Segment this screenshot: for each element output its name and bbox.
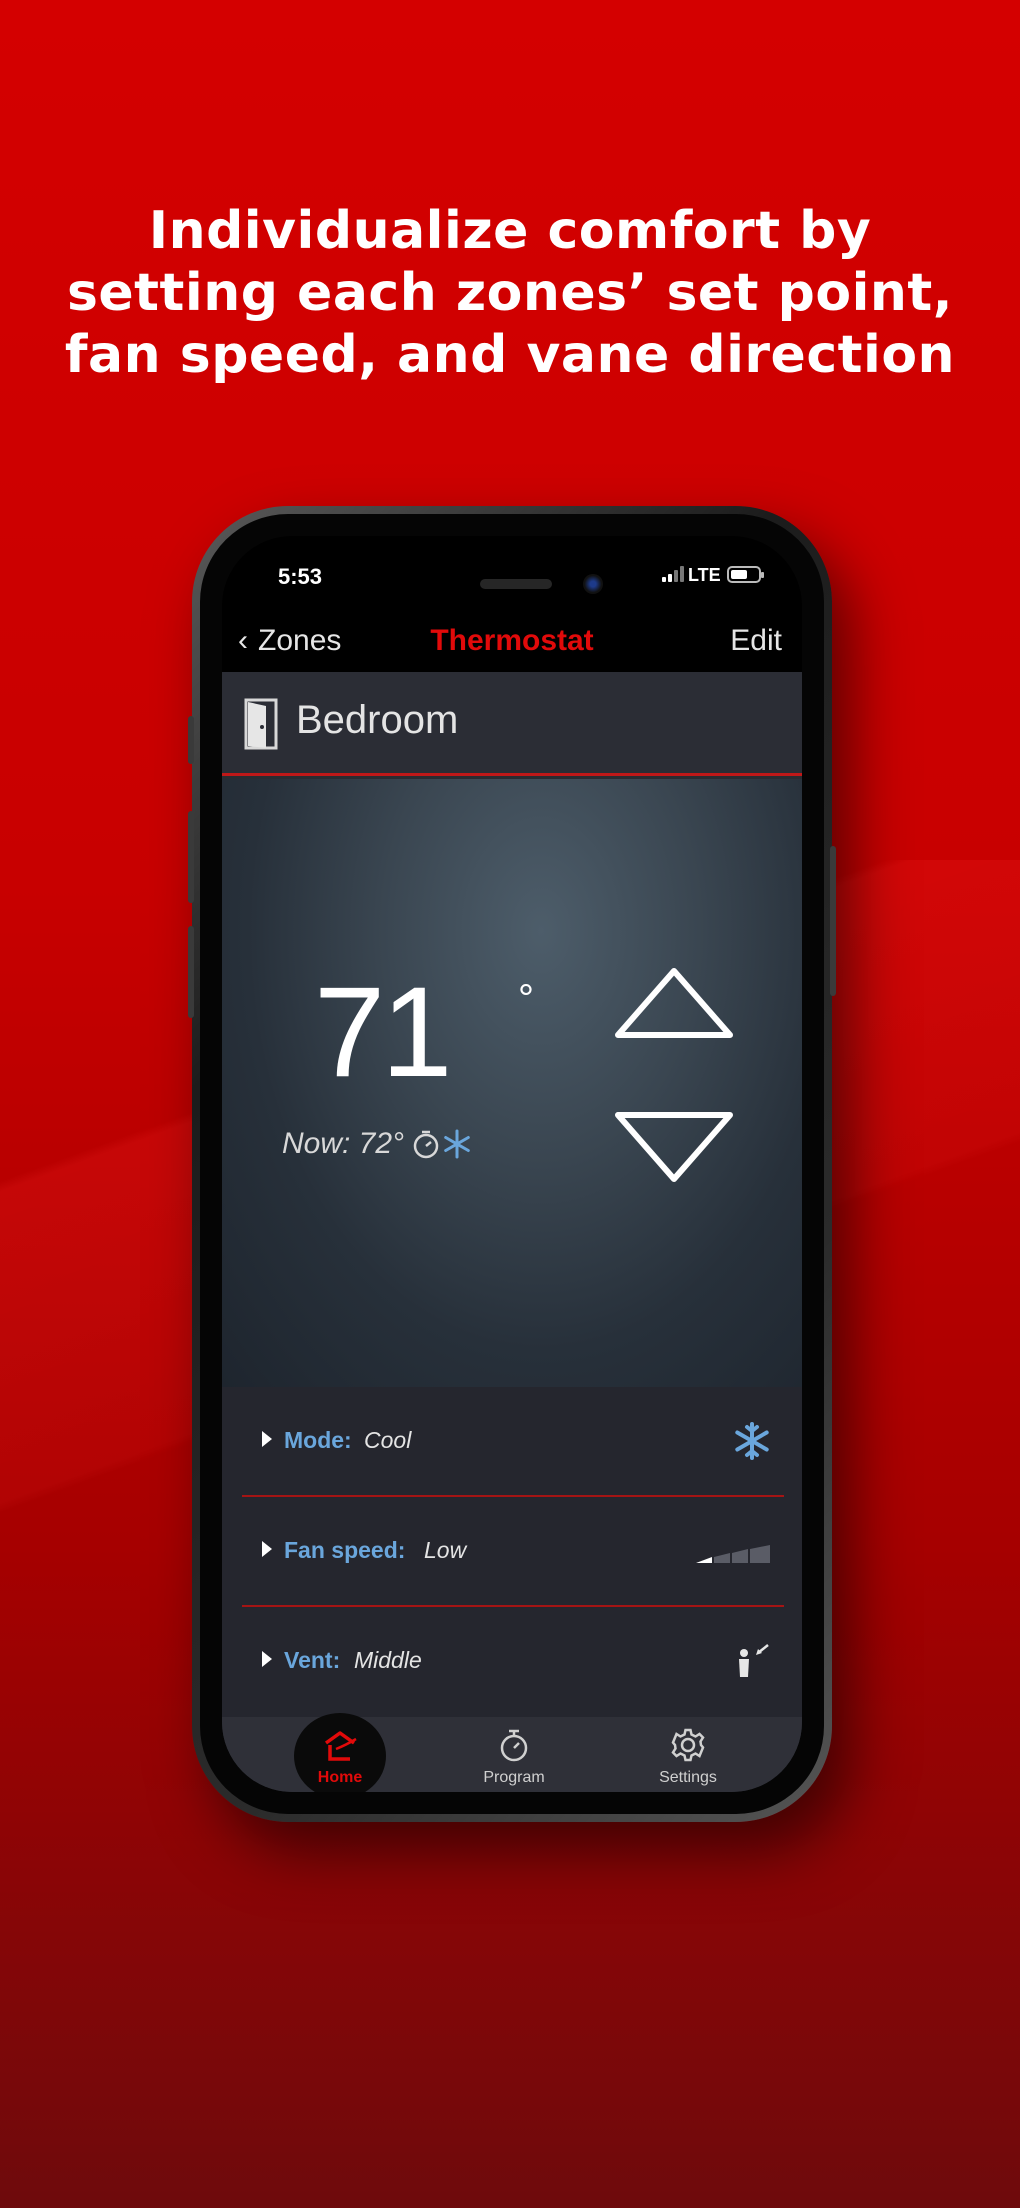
vent-label: Vent: [284,1647,341,1673]
setpoint-temperature: 71 [314,961,452,1104]
navigation-bar: ‹ Zones Thermostat Edit [222,610,802,672]
mode-label: Mode: [284,1427,352,1453]
zone-header: Bedroom [222,672,802,776]
vent-value: Middle [354,1647,422,1673]
fan-speed-value: Low [424,1537,467,1563]
snowflake-icon [444,1129,470,1159]
zone-settings-list: Mode: Cool Fan speed: Low Vent: Middle [222,1387,802,1717]
mode-row[interactable]: Mode: Cool [242,1387,784,1497]
phone-screen: 5:53 LTE ‹ Zones Thermostat Edit Bedroom… [222,536,802,1792]
timer-icon [500,1729,528,1762]
status-bar: 5:53 LTE [222,536,802,610]
expand-triangle-icon [262,1651,272,1667]
tab-home[interactable]: Home [280,1717,400,1792]
program-tab-label: Program [483,1769,545,1786]
phone-side-button [188,716,194,764]
signal-strength-icon [662,566,684,582]
setpoint-degree-symbol: ° [518,977,534,1021]
current-temperature: Now: 72° [282,1127,472,1161]
timer-icon [413,1130,439,1159]
mode-value: Cool [364,1427,412,1453]
expand-triangle-icon [262,1431,272,1447]
vane-direction-icon [739,1644,769,1677]
decrease-temperature-button[interactable] [612,1107,736,1197]
expand-triangle-icon [262,1541,272,1557]
network-type: LTE [688,565,721,585]
phone-volume-up-button [188,811,194,903]
phone-volume-down-button [188,926,194,1018]
home-icon [324,1731,357,1761]
home-tab-label: Home [317,1769,363,1786]
fan-speed-row[interactable]: Fan speed: Low [242,1497,784,1607]
door-icon [244,698,278,750]
edit-button[interactable]: Edit [730,624,782,658]
fan-speed-bars-icon [696,1545,770,1563]
page-title: Thermostat [430,624,594,657]
tab-program[interactable]: Program [454,1717,574,1792]
setpoint-panel: 71 ° Now: 72° [222,779,802,1387]
fan-speed-label: Fan speed: [284,1537,406,1563]
tab-settings[interactable]: Settings [628,1717,748,1792]
phone-frame: 5:53 LTE ‹ Zones Thermostat Edit Bedroom… [188,506,836,1822]
vent-row[interactable]: Vent: Middle [242,1607,784,1717]
increase-temperature-button[interactable] [612,965,736,1055]
settings-tab-label: Settings [659,1769,717,1786]
promo-headline: Individualize comfort by setting each zo… [64,201,956,385]
thermostat-content: Bedroom 71 ° Now: 72° Mode: Cool Fan spe… [222,672,802,1792]
status-time: 5:53 [278,564,323,589]
current-temperature-label: Now: 72° [282,1127,405,1160]
bottom-tab-bar: Home Program Settings [222,1713,802,1792]
gear-icon [671,1728,705,1762]
zone-name: Bedroom [296,698,459,742]
snowflake-icon [735,1422,769,1460]
battery-icon [727,566,764,583]
phone-power-button [830,846,836,996]
